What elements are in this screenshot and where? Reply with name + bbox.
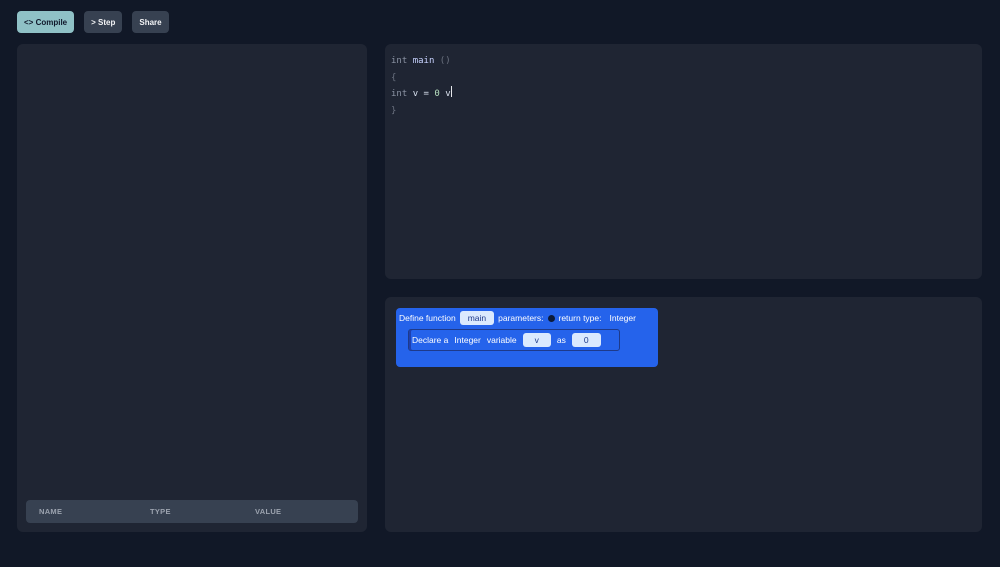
code-line-3: int v = 0 v bbox=[391, 86, 452, 103]
code-keyword: int bbox=[391, 89, 408, 99]
code-keyword: int bbox=[391, 56, 408, 66]
as-label: as bbox=[556, 335, 566, 345]
function-name-field[interactable]: main bbox=[459, 311, 495, 325]
variable-label: variable bbox=[486, 335, 517, 345]
code-identifier: v bbox=[412, 89, 419, 99]
variable-name-field[interactable]: v bbox=[522, 333, 551, 347]
code-parens: () bbox=[439, 56, 451, 66]
code-line-4: } bbox=[391, 105, 397, 116]
compile-button[interactable]: <> Compile bbox=[17, 11, 75, 33]
declare-variable-block[interactable]: Declare a Integer variable v as 0 bbox=[408, 329, 620, 351]
variables-table-header: NAME TYPE VALUE bbox=[26, 500, 358, 523]
toolbar: <> Compile > Step Share bbox=[17, 11, 169, 33]
text-cursor bbox=[450, 86, 452, 97]
variable-type-dropdown[interactable]: Integer bbox=[454, 335, 480, 345]
column-name: NAME bbox=[39, 507, 63, 516]
variable-value-field[interactable]: 0 bbox=[571, 333, 601, 347]
parameters-slot[interactable] bbox=[547, 314, 555, 322]
code-operator: = bbox=[423, 89, 429, 99]
parameters-label: parameters: bbox=[498, 313, 544, 323]
define-function-block[interactable]: Define function main parameters: return … bbox=[396, 308, 658, 367]
define-function-label: Define function bbox=[399, 313, 456, 323]
return-type-dropdown[interactable]: Integer bbox=[610, 313, 636, 323]
code-function-name: main bbox=[412, 56, 435, 66]
code-line-1: int main () bbox=[391, 53, 452, 70]
column-value: VALUE bbox=[255, 507, 282, 516]
declare-variable-row: Declare a Integer variable v as 0 bbox=[412, 332, 607, 348]
step-button[interactable]: > Step bbox=[84, 11, 123, 33]
define-function-row: Define function main parameters: return … bbox=[399, 310, 640, 326]
code-line-2: { bbox=[391, 72, 397, 83]
code-number: 0 bbox=[434, 89, 440, 99]
share-button[interactable]: Share bbox=[132, 11, 169, 33]
declare-label: Declare a bbox=[412, 335, 449, 345]
column-type: TYPE bbox=[150, 507, 171, 516]
return-type-label: return type: bbox=[558, 313, 602, 323]
code-text[interactable]: int main () { int v = 0 v } bbox=[391, 53, 452, 119]
memory-panel: NAME TYPE VALUE bbox=[17, 44, 367, 532]
blocks-workspace[interactable]: Define function main parameters: return … bbox=[385, 297, 982, 532]
code-editor[interactable]: int main () { int v = 0 v } bbox=[385, 44, 982, 279]
